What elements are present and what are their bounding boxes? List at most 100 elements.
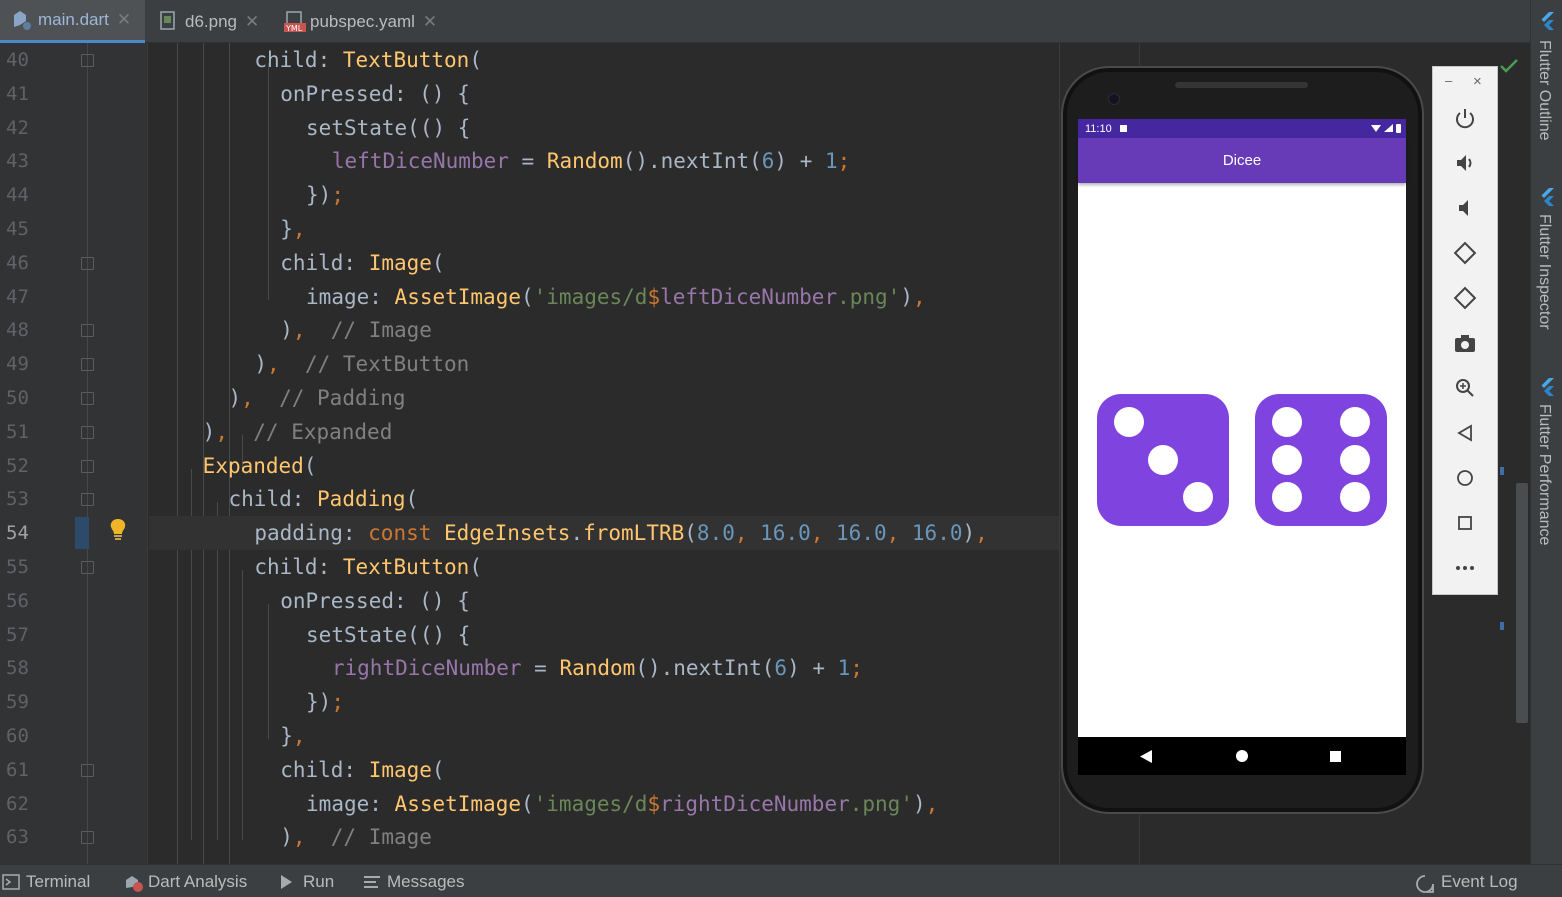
code-line[interactable]: rightDiceNumber = Random().nextInt(6) + … (149, 651, 1059, 685)
code-line[interactable]: }); (149, 178, 1059, 212)
code-line[interactable]: image: AssetImage('images/d$leftDiceNumb… (149, 280, 1059, 314)
nav-home-icon[interactable] (1236, 750, 1248, 762)
code-line[interactable]: child: TextButton( (149, 550, 1059, 584)
close-icon[interactable]: ✕ (423, 12, 437, 32)
code-token: rightDiceNumber (331, 656, 522, 681)
error-stripe-marker[interactable] (1500, 622, 1504, 630)
code-line[interactable]: }, (149, 719, 1059, 753)
line-number: 56 (6, 589, 29, 612)
flutter-performance-tool[interactable]: Flutter Performance (1535, 404, 1553, 545)
code-line[interactable]: Expanded( (149, 449, 1059, 483)
messages-label: Messages (387, 871, 465, 891)
terminal-tool[interactable]: Terminal (2, 865, 90, 897)
code-line[interactable]: setState(() { (149, 618, 1059, 652)
screenshot-button[interactable] (1433, 323, 1497, 363)
lightbulb-icon[interactable] (108, 517, 128, 543)
code-line[interactable]: ), // TextButton (149, 347, 1059, 381)
code-editor[interactable]: child: TextButton(onPressed: () {setStat… (149, 43, 1059, 864)
bottom-tool-bar: Terminal Dart Analysis Run Messages Even… (0, 864, 1562, 897)
code-line[interactable]: child: TextButton( (149, 43, 1059, 77)
right-dice[interactable] (1255, 394, 1387, 526)
code-token: const (368, 521, 445, 546)
code-token: .png' (837, 284, 901, 309)
vertical-scrollbar[interactable] (1516, 483, 1528, 723)
back-button[interactable] (1433, 413, 1497, 453)
fold-marker-icon[interactable] (81, 561, 94, 574)
close-icon[interactable]: ✕ (245, 12, 259, 32)
code-line[interactable]: ), // Image (149, 313, 1059, 347)
code-line[interactable]: child: Padding( (149, 482, 1059, 516)
code-token: ( (520, 284, 534, 309)
fold-marker-icon[interactable] (81, 324, 94, 338)
code-line[interactable]: leftDiceNumber = Random().nextInt(6) + 1… (149, 144, 1059, 178)
code-line[interactable]: onPressed: () { (149, 77, 1059, 111)
code-token: .png' (849, 791, 913, 816)
rotate-right-button[interactable] (1433, 278, 1497, 318)
code-line[interactable]: }); (149, 685, 1059, 719)
code-token: leftDiceNumber (660, 284, 838, 309)
error-stripe-marker[interactable] (1500, 467, 1504, 475)
overview-button[interactable] (1433, 503, 1497, 543)
line-number: 43 (6, 150, 29, 173)
volume-up-button[interactable] (1433, 143, 1497, 183)
flutter-outline-tool[interactable]: Flutter Outline (1535, 40, 1553, 140)
code-line[interactable]: child: Image( (149, 246, 1059, 280)
code-line[interactable]: image: AssetImage('images/d$rightDiceNum… (149, 787, 1059, 821)
code-token: Random (546, 149, 623, 174)
fold-marker-icon[interactable] (81, 763, 94, 777)
nav-back-icon[interactable] (1140, 750, 1152, 768)
code-token: 6 (774, 656, 788, 681)
messages-tool[interactable]: Messages (363, 865, 464, 897)
code-token: , (292, 217, 306, 241)
flutter-inspector-tool[interactable]: Flutter Inspector (1535, 214, 1553, 330)
notification-icon (1119, 125, 1127, 132)
fold-marker-icon[interactable] (81, 392, 94, 405)
home-icon (1456, 469, 1474, 487)
home-button[interactable] (1433, 458, 1497, 498)
tab-pubspec-yaml[interactable]: YML pubspec.yaml ✕ (272, 0, 452, 43)
fold-marker-icon[interactable] (81, 459, 94, 473)
fold-marker-icon[interactable] (81, 493, 94, 507)
code-line[interactable]: }, (149, 212, 1059, 246)
code-token: AssetImage (394, 284, 521, 309)
fold-marker-icon[interactable] (81, 256, 94, 270)
fold-marker-icon[interactable] (81, 358, 94, 372)
right-tool-strip: Flutter Outline Flutter Inspector Flutte… (1530, 0, 1562, 864)
event-log-label: Event Log (1441, 871, 1518, 891)
terminal-icon (2, 873, 20, 890)
line-number-gutter[interactable]: 40 41 42 43 44 45 46 47 48 49 50 51 52 53 54 55 56 57 58 59… (0, 43, 148, 864)
run-tool[interactable]: Run (279, 865, 334, 897)
tab-label: pubspec.yaml (310, 11, 415, 31)
code-line[interactable]: ), // Padding (149, 381, 1059, 415)
close-button[interactable]: × (1473, 73, 1482, 90)
code-token: child: (280, 250, 369, 275)
fold-marker-icon[interactable] (81, 831, 94, 845)
code-token: , (267, 352, 305, 377)
fold-marker-icon[interactable] (81, 54, 94, 67)
event-log-tool[interactable]: Event Log (1415, 865, 1518, 897)
emulator-screen[interactable]: 11:10 Dicee (1078, 119, 1406, 775)
nav-overview-icon[interactable] (1330, 751, 1341, 762)
minimize-button[interactable]: – (1445, 73, 1452, 88)
code-line[interactable]: setState(() { (149, 111, 1059, 145)
fold-marker-icon[interactable] (81, 425, 94, 439)
tab-main-dart[interactable]: main.dart ✕ (0, 0, 145, 43)
more-button[interactable] (1433, 548, 1497, 588)
dart-analysis-tool[interactable]: Dart Analysis (124, 865, 247, 897)
tab-d6-png[interactable]: d6.png ✕ (147, 0, 272, 43)
code-line[interactable]: child: Image( (149, 753, 1059, 787)
emulator-divider (1059, 43, 1060, 864)
power-button[interactable] (1433, 98, 1497, 138)
code-token: , (292, 724, 306, 748)
zoom-button[interactable] (1433, 368, 1497, 408)
code-line[interactable]: ), // Expanded (149, 415, 1059, 449)
code-line[interactable]: ), // Image (149, 820, 1059, 854)
close-icon[interactable]: ✕ (117, 10, 131, 30)
code-line[interactable]: onPressed: () { (149, 584, 1059, 618)
rotate-left-button[interactable] (1433, 233, 1497, 273)
volume-down-button[interactable] (1433, 188, 1497, 228)
code-token: ( (469, 555, 482, 579)
android-status-bar: 11:10 (1078, 119, 1406, 138)
code-line[interactable]: padding: const EdgeInsets.fromLTRB(8.0, … (149, 516, 1059, 551)
left-dice[interactable] (1097, 394, 1229, 526)
